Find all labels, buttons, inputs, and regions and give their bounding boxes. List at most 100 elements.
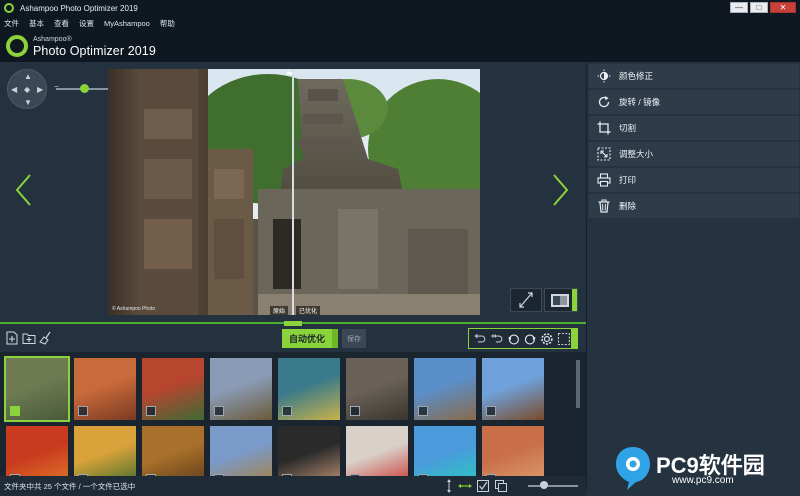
window-title: Ashampoo Photo Optimizer 2019 [20, 3, 138, 13]
pan-right-icon[interactable]: ▶ [37, 85, 43, 94]
add-folder-icon[interactable] [22, 331, 36, 345]
pan-center-icon[interactable]: ◆ [24, 85, 30, 94]
pan-control[interactable]: ▲ ▼ ◀ ▶ ◆ [7, 69, 47, 109]
menu-view[interactable]: 查看 [54, 18, 69, 29]
photo-preview [108, 69, 480, 315]
undo-icon[interactable] [473, 332, 487, 346]
thumbnail[interactable] [482, 358, 544, 420]
split-handle-icon[interactable]: ◂▸ [286, 69, 293, 77]
broom-icon[interactable] [39, 331, 53, 345]
thumbnail[interactable] [210, 358, 272, 420]
add-file-icon[interactable] [5, 331, 19, 345]
photo-credit: © Ashampoo Photo [112, 306, 156, 312]
tool-crop[interactable]: 切割 [589, 116, 799, 140]
image-viewer: ▲ ▼ ◀ ▶ ◆ − + [0, 62, 586, 322]
next-image-button[interactable] [548, 172, 572, 208]
thumbnail-checkbox[interactable] [214, 406, 224, 416]
thumbnail-checkbox[interactable] [418, 406, 428, 416]
auto-optimize-button[interactable]: 自动优化 [282, 329, 332, 348]
thumbnail-checkbox[interactable] [146, 406, 156, 416]
maximize-button[interactable]: □ [750, 2, 768, 13]
menu-help[interactable]: 帮助 [160, 18, 175, 29]
site-watermark: PC9软件园 www.pc9.com [612, 444, 798, 494]
deselect-icon[interactable] [494, 479, 508, 493]
app-logo-icon [4, 3, 14, 13]
thumbnail-grid [0, 352, 586, 488]
app-header: Ashampoo® Photo Optimizer 2019 [0, 30, 800, 62]
thumbnail[interactable] [278, 358, 340, 420]
tool-color-correction[interactable]: 颜色修正 [589, 64, 799, 88]
tool-label: 旋转 / 镜像 [619, 97, 661, 107]
thumbnail[interactable] [414, 358, 476, 420]
brand-logo-icon [6, 35, 28, 57]
tool-label: 颜色修正 [619, 71, 654, 81]
compare-view-button[interactable] [544, 288, 578, 312]
file-tools [5, 331, 53, 345]
select-all-checkbox-icon[interactable] [476, 479, 490, 493]
tool-label: 打印 [619, 175, 637, 185]
rotate-icon [593, 95, 615, 109]
rotate-left-icon[interactable] [507, 332, 521, 346]
split-view-icon [551, 294, 569, 307]
brand-vendor: Ashampoo® [33, 36, 72, 43]
status-text: 文件夹中共 25 个文件 / 一个文件已选中 [4, 481, 136, 491]
expand-icon [519, 292, 533, 308]
thumbnail[interactable] [74, 358, 136, 420]
thumbnail-checkbox[interactable] [78, 406, 88, 416]
menu-file[interactable]: 文件 [4, 18, 19, 29]
menu-bar: 文件 基本 查看 设置 MyAshampoo 帮助 [0, 16, 800, 30]
compare-options-caret[interactable] [572, 289, 577, 311]
settings-gear-icon[interactable] [540, 332, 554, 346]
tool-resize[interactable]: 调整大小 [589, 142, 799, 166]
thumbnail-checkbox[interactable] [282, 406, 292, 416]
trash-icon [593, 199, 615, 213]
resize-icon [593, 147, 615, 161]
zoom-slider-handle[interactable] [80, 84, 89, 93]
thumbnail-scrollbar[interactable] [576, 360, 580, 408]
thumbnail-size-handle[interactable] [540, 481, 548, 489]
print-icon [593, 173, 615, 187]
thumbnail[interactable] [142, 358, 204, 420]
thumbnail[interactable] [4, 356, 70, 422]
undo-all-icon[interactable] [490, 332, 504, 346]
app-window: Ashampoo Photo Optimizer 2019 — □ ✕ 文件 基… [0, 0, 800, 496]
thumbnail[interactable] [346, 358, 408, 420]
title-bar: Ashampoo Photo Optimizer 2019 — □ ✕ [0, 0, 800, 16]
auto-optimize-options-caret[interactable] [332, 329, 338, 348]
fullscreen-button[interactable] [510, 288, 542, 312]
watermark-logo-icon [616, 447, 650, 490]
tools-panel: 颜色修正 旋转 / 镜像 切割 调整大小 打印 删除 [586, 62, 800, 490]
before-label: 原始 [270, 306, 289, 315]
tool-delete[interactable]: 删除 [589, 194, 799, 218]
menu-myashampoo[interactable]: MyAshampoo [104, 19, 150, 28]
thumbnail-checkbox[interactable] [10, 406, 20, 416]
tool-label: 删除 [619, 201, 637, 211]
minimize-button[interactable]: — [730, 2, 748, 13]
pan-up-icon[interactable]: ▲ [24, 72, 32, 81]
status-bar: 文件夹中共 25 个文件 / 一个文件已选中 [0, 476, 586, 496]
previous-image-button[interactable] [12, 172, 36, 208]
rotate-right-icon[interactable] [523, 332, 537, 346]
close-button[interactable]: ✕ [770, 2, 796, 13]
watermark-url: www.pc9.com [672, 475, 734, 486]
after-label: 已优化 [296, 306, 321, 315]
brightness-icon [593, 69, 615, 83]
edit-history-tools [468, 328, 572, 349]
sort-vertical-icon[interactable] [442, 479, 456, 493]
edit-options-caret[interactable] [572, 328, 578, 349]
thumbnail-checkbox[interactable] [350, 406, 360, 416]
menu-basic[interactable]: 基本 [29, 18, 44, 29]
menu-settings[interactable]: 设置 [79, 18, 94, 29]
viewer-collapse-tab[interactable] [284, 321, 302, 326]
pan-down-icon[interactable]: ▼ [24, 98, 32, 107]
thumbnail-checkbox[interactable] [486, 406, 496, 416]
tool-rotate-mirror[interactable]: 旋转 / 镜像 [589, 90, 799, 114]
before-after-split-line[interactable] [292, 69, 294, 315]
pan-left-icon[interactable]: ◀ [11, 85, 17, 94]
tool-print[interactable]: 打印 [589, 168, 799, 192]
save-button[interactable]: 保存 [342, 329, 366, 348]
sort-horizontal-icon[interactable] [458, 479, 472, 493]
select-area-icon[interactable] [557, 332, 571, 346]
thumbnail-size-slider[interactable] [528, 485, 578, 487]
tool-label: 调整大小 [619, 149, 654, 159]
